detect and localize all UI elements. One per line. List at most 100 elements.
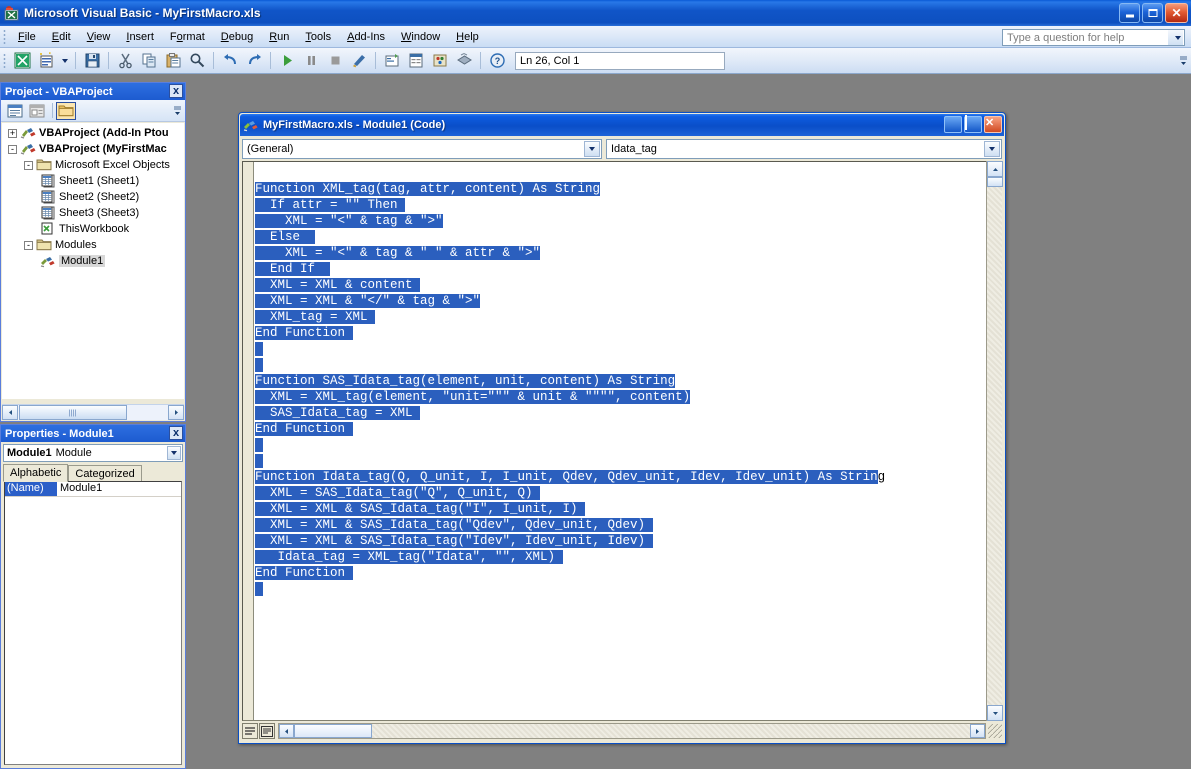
hscroll-right-icon[interactable]	[970, 724, 985, 738]
code-line[interactable]: XML = XML_tag(element, "unit=""" & unit …	[255, 389, 985, 405]
code-line[interactable]: XML = "<" & tag & ">"	[255, 213, 985, 229]
tree-expander-icon[interactable]: +	[8, 129, 17, 138]
resize-grip[interactable]	[988, 724, 1002, 738]
tree-item-excel-objects[interactable]: - Microsoft Excel Objects	[2, 157, 184, 173]
cut-icon[interactable]	[114, 50, 136, 72]
toggle-folders-icon[interactable]	[56, 102, 76, 120]
code-line[interactable]	[255, 437, 985, 453]
properties-pane-close-icon[interactable]: x	[169, 426, 183, 440]
code-line[interactable]: XML = XML & content	[255, 277, 985, 293]
code-line[interactable]	[255, 581, 985, 597]
tree-item-vbaproject-addin[interactable]: + VBAProject (Add-In Ptou	[2, 125, 184, 141]
code-line[interactable]: SAS_Idata_tag = XML	[255, 405, 985, 421]
procedure-view-icon[interactable]	[242, 723, 258, 739]
insert-dropdown-arrow[interactable]	[59, 50, 70, 72]
menu-run[interactable]: Run	[261, 28, 297, 46]
minimize-button[interactable]	[1119, 3, 1140, 23]
code-line[interactable]: XML = "<" & tag & " " & attr & ">"	[255, 245, 985, 261]
code-line[interactable]	[255, 165, 985, 181]
code-line[interactable]: Function XML_tag(tag, attr, content) As …	[255, 181, 985, 197]
menu-insert[interactable]: Insert	[118, 28, 162, 46]
tree-expander-icon[interactable]: -	[8, 145, 17, 154]
view-code-icon[interactable]	[5, 102, 25, 120]
tree-expander-icon[interactable]: -	[24, 241, 33, 250]
code-line[interactable]: XML = XML & SAS_Idata_tag("Idev", Idev_u…	[255, 533, 985, 549]
code-horizontal-scrollbar[interactable]	[278, 723, 986, 739]
save-icon[interactable]	[81, 50, 103, 72]
tree-item-sheet3[interactable]: Sheet3 (Sheet3)	[2, 205, 184, 221]
code-line[interactable]: XML = XML & SAS_Idata_tag("I", I_unit, I…	[255, 501, 985, 517]
menu-file[interactable]: File	[10, 28, 44, 46]
tree-item-sheet2[interactable]: Sheet2 (Sheet2)	[2, 189, 184, 205]
code-line[interactable]: XML_tag = XML	[255, 309, 985, 325]
properties-window-icon[interactable]	[405, 50, 427, 72]
hscroll-left-icon[interactable]	[279, 724, 294, 738]
find-icon[interactable]	[186, 50, 208, 72]
code-line[interactable]	[255, 357, 985, 373]
code-line[interactable]: Else	[255, 229, 985, 245]
code-line[interactable]: XML = SAS_Idata_tag("Q", Q_unit, Q)	[255, 485, 985, 501]
paste-icon[interactable]	[162, 50, 184, 72]
code-line[interactable]: Idata_tag = XML_tag("Idata", "", XML)	[255, 549, 985, 565]
code-line[interactable]: End Function	[255, 325, 985, 341]
menu-format[interactable]: Format	[162, 28, 213, 46]
hscroll-thumb[interactable]	[19, 405, 127, 420]
code-line[interactable]: If attr = "" Then	[255, 197, 985, 213]
properties-row-name[interactable]: (Name) Module1	[5, 482, 181, 497]
code-close-button[interactable]: ✕	[984, 116, 1002, 133]
code-line[interactable]: Function Idata_tag(Q, Q_unit, I, I_unit,…	[255, 469, 985, 485]
code-hscroll-thumb[interactable]	[294, 724, 372, 738]
insert-module-icon[interactable]	[35, 50, 57, 72]
menu-edit[interactable]: Edit	[44, 28, 79, 46]
tree-item-sheet1[interactable]: Sheet1 (Sheet1)	[2, 173, 184, 189]
copy-icon[interactable]	[138, 50, 160, 72]
code-line[interactable]: End Function	[255, 421, 985, 437]
run-icon[interactable]	[276, 50, 298, 72]
vscroll-track[interactable]	[987, 177, 1002, 705]
break-icon[interactable]	[300, 50, 322, 72]
tab-alphabetic[interactable]: Alphabetic	[3, 464, 68, 482]
undo-icon[interactable]	[219, 50, 241, 72]
menu-view[interactable]: View	[79, 28, 119, 46]
redo-icon[interactable]	[243, 50, 265, 72]
code-line[interactable]: XML = XML & "</" & tag & ">"	[255, 293, 985, 309]
code-line[interactable]: Function SAS_Idata_tag(element, unit, co…	[255, 373, 985, 389]
help-dropdown-arrow[interactable]	[1168, 30, 1183, 45]
toolbar-grip[interactable]	[3, 53, 6, 69]
properties-object-combo[interactable]: Module1 Module	[3, 444, 183, 462]
help-question-box[interactable]: Type a question for help	[1002, 29, 1185, 46]
property-value[interactable]: Module1	[57, 482, 181, 496]
code-line[interactable]: XML = XML & SAS_Idata_tag("Qdev", Qdev_u…	[255, 517, 985, 533]
code-maximize-button[interactable]	[964, 116, 982, 133]
properties-grid[interactable]: (Name) Module1	[4, 481, 182, 765]
menu-debug[interactable]: Debug	[213, 28, 261, 46]
code-line[interactable]: End If	[255, 261, 985, 277]
project-tree[interactable]: + VBAProject (Add-In Ptou - VBAProject (…	[2, 123, 184, 399]
vscroll-thumb[interactable]	[987, 177, 1003, 187]
project-pane-close-icon[interactable]: x	[169, 84, 183, 98]
menu-tools[interactable]: Tools	[297, 28, 339, 46]
toolbar-overflow-button[interactable]	[1178, 52, 1189, 70]
tree-item-vbaproject-myfirstmacro[interactable]: - VBAProject (MyFirstMac	[2, 141, 184, 157]
scroll-up-icon[interactable]	[987, 161, 1003, 177]
design-mode-icon[interactable]	[348, 50, 370, 72]
tree-item-thisworkbook[interactable]: ThisWorkbook	[2, 221, 184, 237]
margin-indicator-bar[interactable]	[243, 162, 254, 720]
project-tree-hscrollbar[interactable]	[2, 404, 184, 420]
project-explorer-icon[interactable]	[381, 50, 403, 72]
menu-window[interactable]: Window	[393, 28, 448, 46]
scroll-down-icon[interactable]	[987, 705, 1003, 721]
code-minimize-button[interactable]	[944, 116, 962, 133]
full-module-view-icon[interactable]	[259, 723, 275, 739]
tab-categorized[interactable]: Categorized	[68, 465, 141, 482]
code-line[interactable]: End Function	[255, 565, 985, 581]
tree-expander-icon[interactable]: -	[24, 161, 33, 170]
toolbox-icon[interactable]	[453, 50, 475, 72]
properties-combo-arrow[interactable]	[167, 446, 181, 460]
maximize-button[interactable]	[1142, 3, 1163, 23]
help-icon[interactable]: ?	[486, 50, 508, 72]
reset-icon[interactable]	[324, 50, 346, 72]
code-line[interactable]	[255, 341, 985, 357]
view-excel-icon[interactable]	[11, 50, 33, 72]
view-object-icon[interactable]	[27, 102, 47, 120]
